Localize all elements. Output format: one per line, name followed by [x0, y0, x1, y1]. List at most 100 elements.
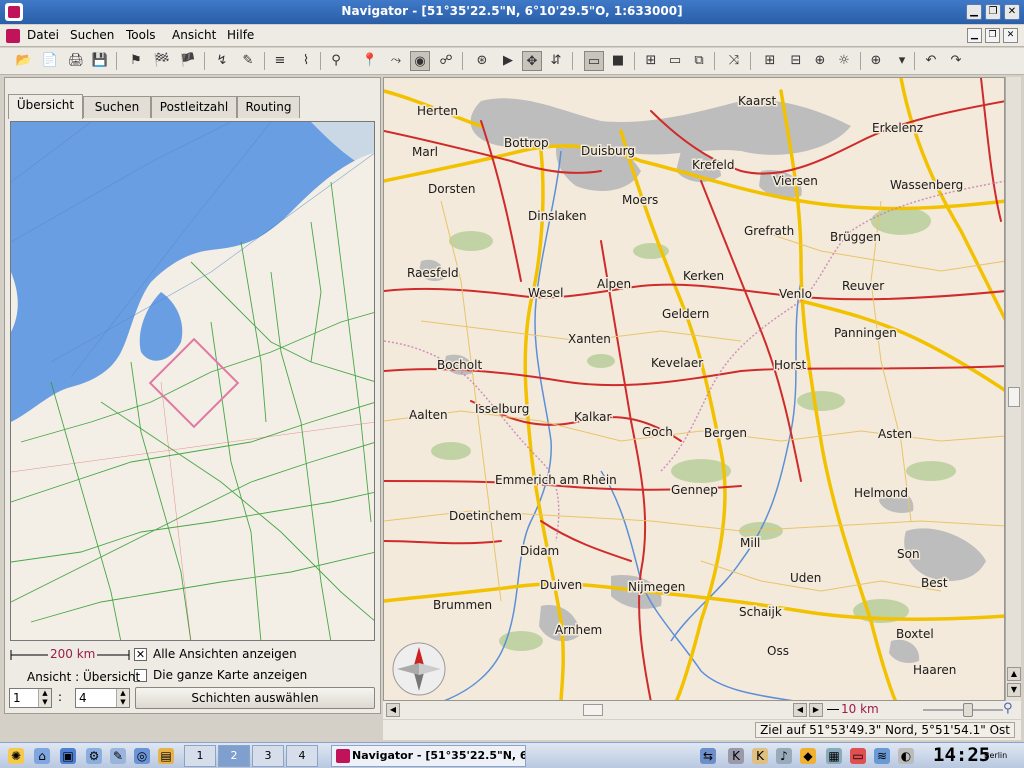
undo-icon[interactable]: ↶: [921, 51, 941, 71]
measure-icon[interactable]: ⌇: [296, 51, 316, 71]
view-stepper[interactable]: 1 ▲ ▼: [9, 688, 52, 708]
eraser-icon[interactable]: ✎: [238, 51, 258, 71]
new-icon[interactable]: 📄: [40, 51, 60, 71]
menu-hilfe[interactable]: Hilfe: [227, 28, 254, 42]
magnifier-icon[interactable]: ⚲: [1003, 701, 1013, 716]
pan-icon[interactable]: ✥: [522, 51, 542, 71]
grid-icon[interactable]: ⊞: [641, 51, 661, 71]
window-icon[interactable]: ▭: [665, 51, 685, 71]
kmenu-icon[interactable]: ✺: [8, 748, 24, 764]
zoom-out-icon[interactable]: ⊟: [786, 51, 806, 71]
arrows-icon[interactable]: ⤨: [724, 51, 744, 71]
overview-map[interactable]: [10, 121, 375, 641]
zoom-slider-thumb[interactable]: [963, 703, 973, 717]
desktop-1-button[interactable]: 1: [184, 745, 216, 767]
route-tool-icon[interactable]: ↯: [212, 51, 232, 71]
spin-up-icon[interactable]: ▲: [42, 689, 47, 697]
overview-stepper-arrows[interactable]: ▲ ▼: [116, 689, 129, 707]
browser-icon[interactable]: ◎: [134, 748, 150, 764]
orientation-icon[interactable]: ⇵: [546, 51, 566, 71]
vertical-scroll-thumb[interactable]: [1008, 387, 1020, 407]
gps-icon[interactable]: ⊛: [472, 51, 492, 71]
scroll-left-icon-2[interactable]: ◀: [793, 703, 807, 717]
spin-up-icon[interactable]: ▲: [120, 689, 125, 697]
power-icon[interactable]: ◐: [898, 748, 914, 764]
bulb-icon[interactable]: ⚲: [326, 51, 346, 71]
window-titlebar[interactable]: Navigator - [51°35'22.5"N, 6°10'29.5"O, …: [0, 0, 1024, 24]
windows-icon[interactable]: ⧉: [689, 51, 709, 71]
menu-suchen[interactable]: Suchen: [70, 28, 114, 42]
crosshair-icon[interactable]: ⊕: [866, 51, 886, 71]
network-icon[interactable]: ⇆: [700, 748, 716, 764]
mdi-maximize-button[interactable]: ❐: [985, 28, 1000, 43]
package-icon[interactable]: ▣: [60, 748, 76, 764]
mdi-close-button[interactable]: ✕: [1003, 28, 1018, 43]
maximize-button[interactable]: ❐: [985, 4, 1001, 20]
scroll-up-icon[interactable]: ▲: [1007, 667, 1021, 681]
zoom-in-icon[interactable]: ⊞: [760, 51, 780, 71]
tab-suchen[interactable]: Suchen: [83, 96, 151, 118]
chip-icon[interactable]: ▦: [826, 748, 842, 764]
desktop-2-button[interactable]: 2: [218, 745, 250, 767]
finish-flag-icon[interactable]: 🏴: [178, 51, 198, 71]
menu-ansicht[interactable]: Ansicht: [172, 28, 216, 42]
spin-down-icon[interactable]: ▼: [120, 698, 125, 706]
menu-datei[interactable]: Datei: [27, 28, 59, 42]
horizontal-scroll-thumb[interactable]: [583, 704, 603, 716]
display-icon[interactable]: ▭: [850, 748, 866, 764]
desktop-3-button[interactable]: 3: [252, 745, 284, 767]
scroll-right-icon[interactable]: ▶: [809, 703, 823, 717]
scale-label: 200 km: [48, 647, 98, 661]
redo-icon[interactable]: ↷: [946, 51, 966, 71]
poi-icon[interactable]: ◉: [410, 51, 430, 71]
city-label-haaren: Haaren: [913, 663, 956, 677]
scroll-left-icon[interactable]: ◀: [386, 703, 400, 717]
update-icon[interactable]: ◆: [800, 748, 816, 764]
menu-tools[interactable]: Tools: [126, 28, 156, 42]
tools-icon[interactable]: ✎: [110, 748, 126, 764]
close-button[interactable]: ✕: [1004, 4, 1020, 20]
clipboard-icon[interactable]: K: [752, 748, 768, 764]
kde-icon[interactable]: K: [728, 748, 744, 764]
select-layers-button[interactable]: Schichten auswählen: [135, 687, 375, 709]
all-views-checkbox[interactable]: ✕: [134, 648, 147, 661]
print-icon[interactable]: 🖨: [66, 51, 86, 71]
map-vertical-scrollbar[interactable]: ▲ ▼: [1005, 77, 1021, 701]
scroll-down-icon[interactable]: ▼: [1007, 683, 1021, 697]
spin-down-icon[interactable]: ▼: [42, 698, 47, 706]
map-view-icon[interactable]: ▭: [584, 51, 604, 71]
settings-icon[interactable]: ⚙: [86, 748, 102, 764]
open-icon[interactable]: 📂: [14, 51, 34, 71]
overview-stepper[interactable]: 4 ▲ ▼: [75, 688, 130, 708]
document-icon[interactable]: [6, 29, 20, 43]
path-icon[interactable]: ⤳: [386, 51, 406, 71]
tab-routing[interactable]: Routing: [237, 96, 300, 118]
flag-start-icon[interactable]: ⚑: [126, 51, 146, 71]
save-icon[interactable]: 💾: [90, 51, 110, 71]
play-icon[interactable]: ▶: [498, 51, 518, 71]
compass-icon[interactable]: [388, 642, 450, 700]
tab-postleitzahl[interactable]: Postleitzahl: [151, 96, 237, 118]
city-label-herten: Herten: [417, 104, 458, 118]
task-navigator-button[interactable]: Navigator - [51°35'22.5"N, 6°10'2: [331, 745, 526, 767]
map-horizontal-scrollbar[interactable]: ◀ ◀ ▶ 10 km ⚲: [383, 701, 1021, 719]
main-map[interactable]: Herten Marl Bottrop Duisburg Kaarst Erkelenz D…: [383, 77, 1005, 701]
ruler-icon[interactable]: ≡: [270, 51, 290, 71]
home-icon[interactable]: ⌂: [34, 748, 50, 764]
minimize-button[interactable]: ▁: [966, 4, 982, 20]
wifi-icon[interactable]: ≋: [874, 748, 890, 764]
desktop-4-button[interactable]: 4: [286, 745, 318, 767]
tab-uebersicht[interactable]: Übersicht: [8, 94, 83, 119]
view-stepper-arrows[interactable]: ▲ ▼: [38, 689, 51, 707]
pin-icon[interactable]: 📍: [360, 51, 380, 71]
layers-icon[interactable]: ☍: [436, 51, 456, 71]
volume-icon[interactable]: ♪: [776, 748, 792, 764]
zoom-fit-icon[interactable]: ⊕: [810, 51, 830, 71]
mdi-minimize-button[interactable]: ▁: [967, 28, 982, 43]
folder-icon[interactable]: ▤: [158, 748, 174, 764]
globe-icon[interactable]: ☼: [834, 51, 854, 71]
clock[interactable]: 14:25: [933, 744, 990, 766]
flag-icon[interactable]: 🏁: [152, 51, 172, 71]
fullscreen-icon[interactable]: ■: [608, 51, 628, 71]
dropdown-icon[interactable]: ▾: [892, 51, 912, 71]
